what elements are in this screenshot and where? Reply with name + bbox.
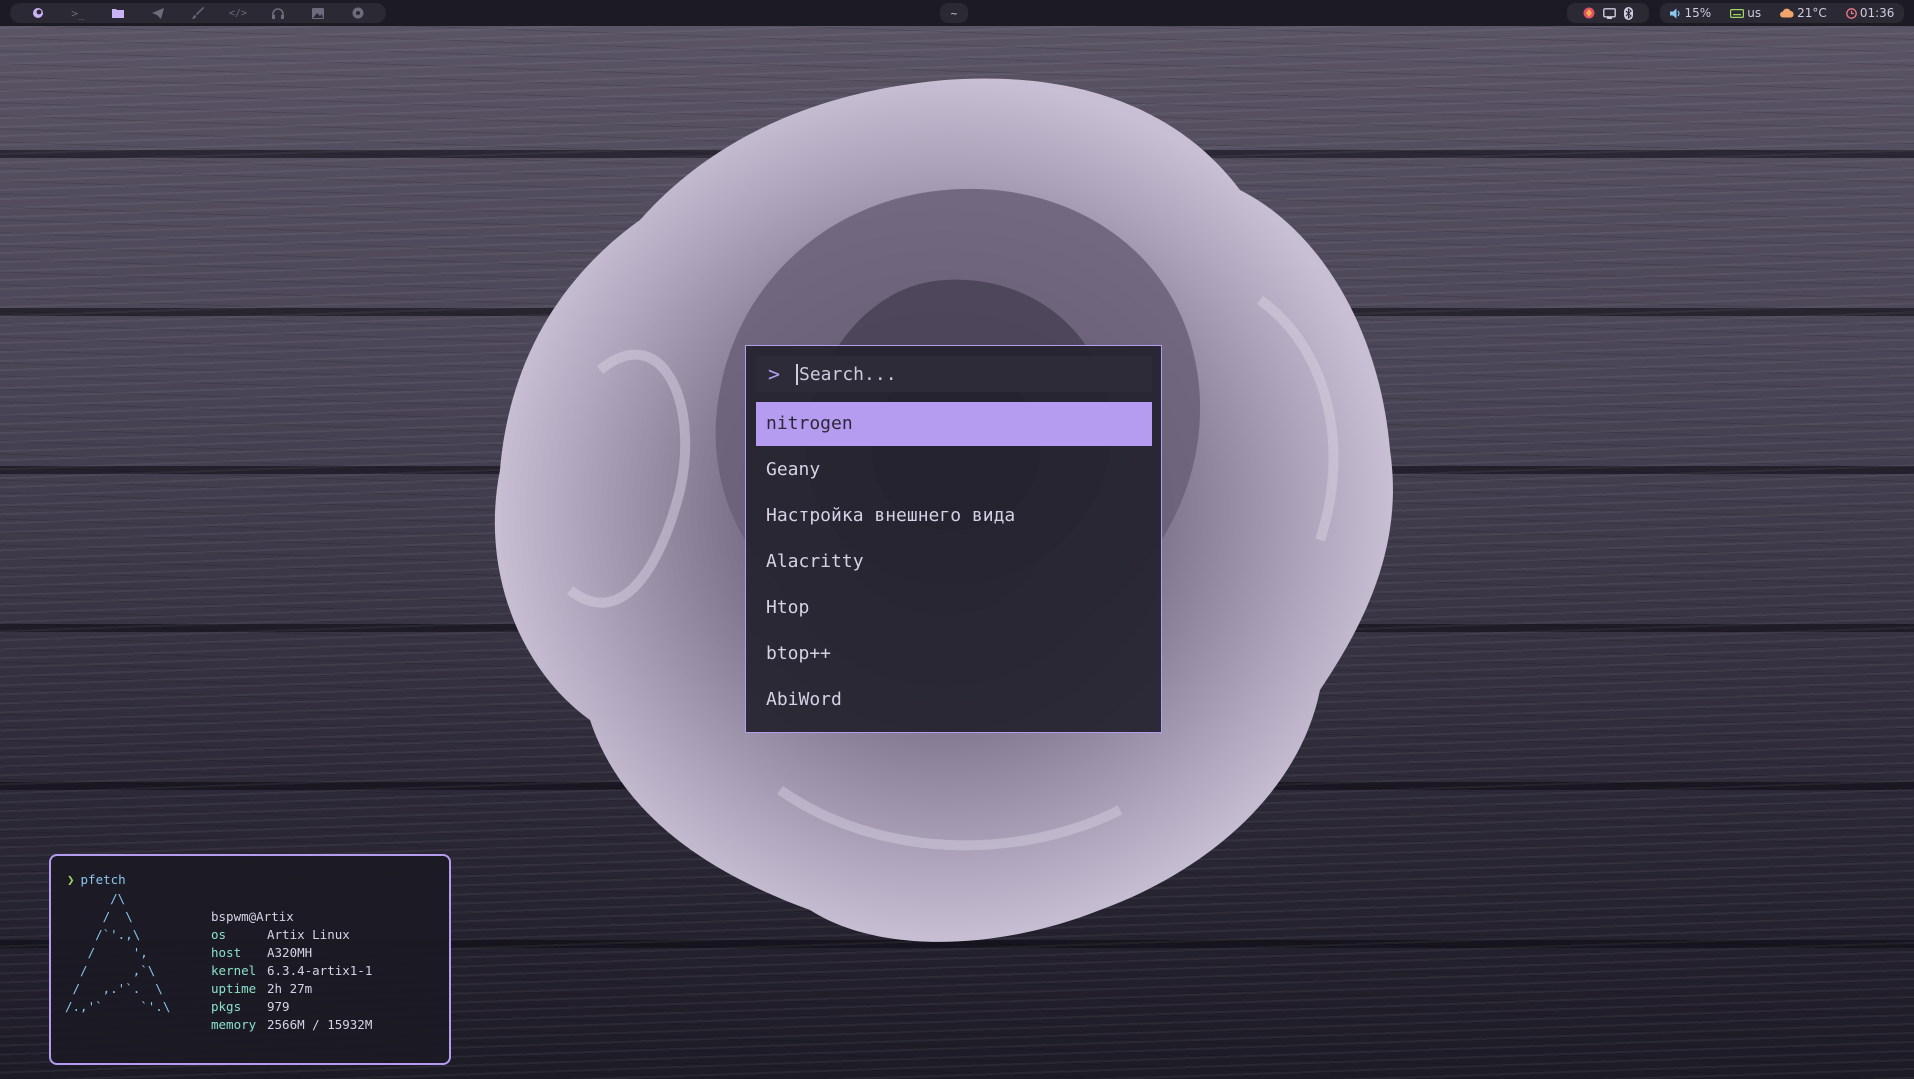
result-item-abiword[interactable]: AbiWord xyxy=(756,678,1152,722)
volume-indicator[interactable]: 15% xyxy=(1669,6,1712,20)
info-value: 979 xyxy=(267,999,290,1014)
search-bar: > xyxy=(756,356,1152,392)
result-item-alacritty[interactable]: Alacritty xyxy=(756,540,1152,584)
info-value: 2h 27m xyxy=(267,981,313,996)
result-item-geany[interactable]: Geany xyxy=(756,448,1152,492)
workspace-files[interactable] xyxy=(98,3,138,23)
code-icon: </> xyxy=(228,7,248,19)
keyboard-layout-indicator[interactable]: us xyxy=(1730,6,1761,20)
user-host: bspwm@Artix xyxy=(211,909,294,924)
system-info: bspwm@Artix os Artix Linux host A320MH ker… xyxy=(211,908,372,1034)
bluetooth-icon[interactable] xyxy=(1624,6,1633,20)
clock-icon xyxy=(1845,7,1857,19)
brush-icon xyxy=(192,7,204,19)
info-row-pkgs: pkgs 979 xyxy=(211,998,372,1016)
status-area: 15% us 21°C 01:36 xyxy=(1660,3,1904,23)
workspace-terminal[interactable]: >_ xyxy=(58,3,98,23)
info-row-kernel: kernel 6.3.4-artix1-1 xyxy=(211,962,372,980)
results-list: nitrogen Geany Настройка внешнего вида A… xyxy=(756,402,1152,724)
terminal-window[interactable]: ❯ pfetch /\ / \ /`'.,\ / ', / ,`\ / ,.'`.… xyxy=(49,854,451,1065)
info-key: host xyxy=(211,945,242,960)
prompt-icon: > xyxy=(768,362,781,386)
keyboard-layout-value: us xyxy=(1747,6,1762,20)
result-item-nitrogen[interactable]: nitrogen xyxy=(756,402,1152,446)
settings-icon xyxy=(352,7,364,19)
window-title-pill[interactable]: ~ xyxy=(940,3,968,23)
result-item-btop[interactable]: btop++ xyxy=(756,632,1152,676)
workspace-firefox[interactable] xyxy=(18,3,58,23)
info-value: Artix Linux xyxy=(267,927,350,942)
clock[interactable]: 01:36 xyxy=(1845,6,1895,20)
cloud-icon xyxy=(1780,8,1794,18)
search-input[interactable] xyxy=(796,363,1129,385)
info-key: uptime xyxy=(211,981,257,996)
image-icon xyxy=(312,7,324,19)
prompt-symbol: ❯ xyxy=(67,872,75,887)
command-line: ❯ pfetch xyxy=(67,872,126,887)
volume-value: 15% xyxy=(1684,6,1712,20)
terminal-icon: >_ xyxy=(71,6,85,20)
info-row-host: host A320MH xyxy=(211,944,372,962)
top-bar: >_ </> ~ 15% us 21°C 01:36 xyxy=(0,0,1914,26)
weather-value: 21°C xyxy=(1797,6,1827,20)
result-item-appearance-settings[interactable]: Настройка внешнего вида xyxy=(756,494,1152,538)
center-label: ~ xyxy=(950,6,958,20)
workspace-switcher: >_ </> xyxy=(10,3,386,23)
info-key: pkgs xyxy=(211,999,242,1014)
workspace-settings[interactable] xyxy=(338,3,378,23)
info-key: kernel xyxy=(211,963,257,978)
info-key: os xyxy=(211,927,227,942)
workspace-code[interactable]: </> xyxy=(218,3,258,23)
workspace-telegram[interactable] xyxy=(138,3,178,23)
clock-value: 01:36 xyxy=(1859,6,1895,20)
workspace-graphics[interactable] xyxy=(178,3,218,23)
app-launcher: > nitrogen Geany Настройка внешнего вида… xyxy=(745,345,1162,733)
headphones-icon xyxy=(272,7,284,19)
info-value: 2566M / 15932M xyxy=(267,1017,373,1032)
workspace-music[interactable] xyxy=(258,3,298,23)
system-tray xyxy=(1567,3,1649,23)
workspace-images[interactable] xyxy=(298,3,338,23)
info-row-memory: memory 2566M / 15932M xyxy=(211,1016,372,1034)
app-icon[interactable] xyxy=(1583,7,1595,19)
folder-icon xyxy=(112,9,124,18)
result-item-htop[interactable]: Htop xyxy=(756,586,1152,630)
desktop: >_ </> ~ 15% us 21°C 01:36 > Search... n… xyxy=(0,0,1914,1079)
info-value: A320MH xyxy=(267,945,313,960)
volume-icon xyxy=(1669,8,1680,18)
window-icon[interactable] xyxy=(1603,7,1616,19)
command-text: pfetch xyxy=(80,872,126,887)
firefox-icon xyxy=(33,8,43,18)
info-key: memory xyxy=(211,1017,257,1032)
weather-indicator[interactable]: 21°C xyxy=(1780,6,1827,20)
info-value: 6.3.4-artix1-1 xyxy=(267,963,373,978)
distro-logo-ascii: /\ / \ /`'.,\ / ', / ,`\ / ,.'`. \ /.,'`… xyxy=(65,891,171,1014)
info-row-os: os Artix Linux xyxy=(211,926,372,944)
keyboard-icon xyxy=(1730,8,1745,18)
info-row-uptime: uptime 2h 27m xyxy=(211,980,372,998)
telegram-icon xyxy=(152,7,164,19)
